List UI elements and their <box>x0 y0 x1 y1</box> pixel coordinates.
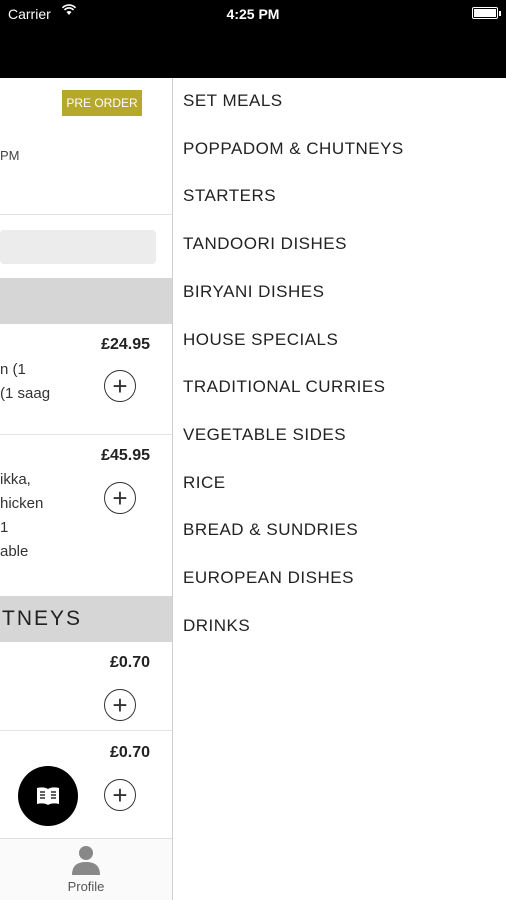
plus-icon: + <box>112 690 128 720</box>
menu-item-bread-sundries[interactable]: BREAD & SUNDRIES <box>183 518 358 542</box>
plus-icon: + <box>112 483 128 513</box>
menu-item-traditional-curries[interactable]: TRADITIONAL CURRIES <box>183 375 386 399</box>
menu-item-poppadom-chutneys[interactable]: POPPADOM & CHUTNEYS <box>183 137 404 161</box>
menu-item-european-dishes[interactable]: EUROPEAN DISHES <box>183 566 354 590</box>
menu-item-rice[interactable]: RICE <box>183 471 226 495</box>
divider <box>0 730 172 731</box>
add-item-button[interactable]: + <box>104 689 136 721</box>
item-price: £45.95 <box>101 447 150 464</box>
category-header-poppadom: TNEYS <box>0 596 172 642</box>
add-item-button[interactable]: + <box>104 482 136 514</box>
item-price: £0.70 <box>109 744 150 761</box>
menu-item-vegetable-sides[interactable]: VEGETABLE SIDES <box>183 423 346 447</box>
menu-item-biryani-dishes[interactable]: BIRYANI DISHES <box>183 280 324 304</box>
tab-profile[interactable]: Profile <box>50 841 122 899</box>
item-description: ikka, hicken 1 able <box>0 471 44 560</box>
category-header <box>0 278 172 324</box>
menu-book-icon <box>37 787 59 805</box>
add-item-button[interactable]: + <box>104 779 136 811</box>
menu-book-button[interactable] <box>18 766 78 826</box>
item-price: £0.70 <box>109 654 150 671</box>
menu-list-panel: PRE ORDER PM n (1 (1 saag £24.95 + ikka,… <box>0 78 172 900</box>
item-description: n (1 (1 saag <box>0 361 51 402</box>
status-bar: Carrier 4:25 PM <box>0 0 506 78</box>
menu-item-starters[interactable]: STARTERS <box>183 184 276 208</box>
category-menu: SET MEALS POPPADOM & CHUTNEYS STARTERS TAND… <box>172 78 506 900</box>
tab-profile-label: Profile <box>67 879 105 894</box>
menu-item-set-meals[interactable]: SET MEALS <box>183 89 283 113</box>
menu-item-tandoori-dishes[interactable]: TANDOORI DISHES <box>183 232 347 256</box>
item-price: £24.95 <box>101 336 150 353</box>
add-item-button[interactable]: + <box>104 370 136 402</box>
divider <box>0 214 172 215</box>
opening-time-fragment: PM <box>0 148 20 163</box>
tab-bar: Profile <box>0 838 172 900</box>
plus-icon: + <box>112 371 128 401</box>
search-input[interactable] <box>0 230 156 264</box>
status-time: 4:25 PM <box>226 6 280 22</box>
person-icon <box>72 846 100 875</box>
divider <box>0 434 172 435</box>
menu-item-drinks[interactable]: DRINKS <box>183 614 250 638</box>
preorder-badge[interactable]: PRE ORDER <box>62 90 142 116</box>
battery-icon <box>472 7 501 19</box>
menu-item-house-specials[interactable]: HOUSE SPECIALS <box>183 328 338 352</box>
plus-icon: + <box>112 780 128 810</box>
